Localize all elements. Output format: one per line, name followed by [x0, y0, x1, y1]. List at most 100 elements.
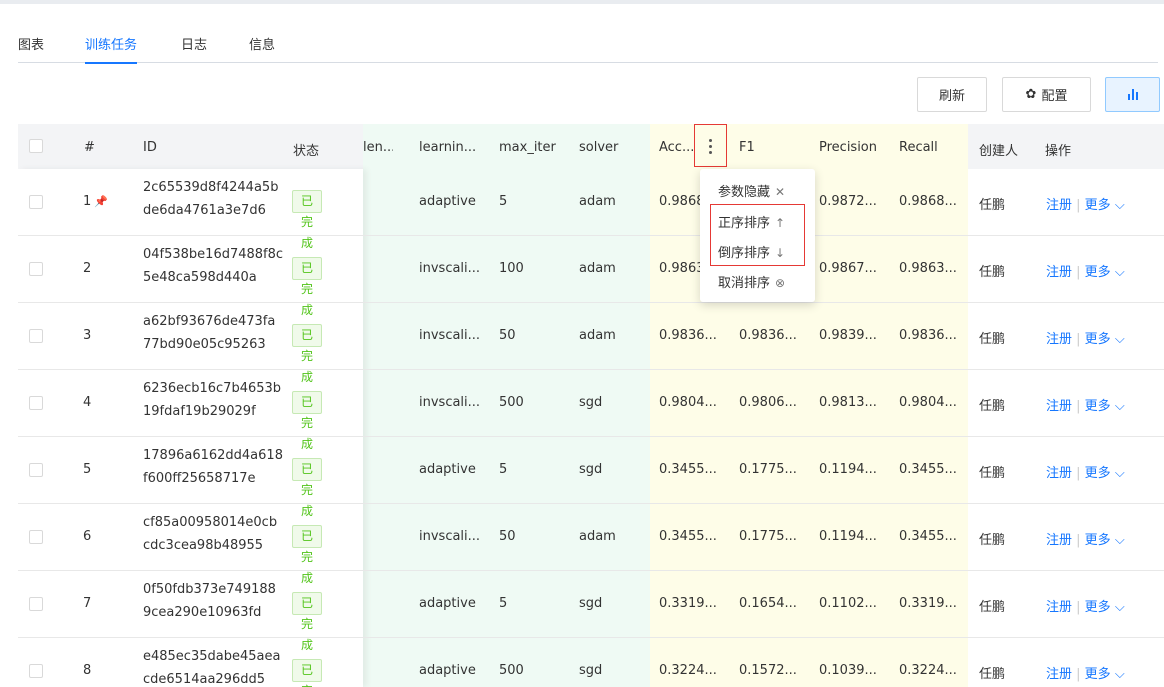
- row-checkbox[interactable]: [29, 195, 43, 209]
- cell-precision: 0.1102...: [819, 596, 877, 611]
- cell-learning-rate: invscali...: [419, 328, 481, 343]
- menu-item-hide-param[interactable]: 参数隐藏 ✕: [718, 181, 785, 200]
- run-id-line1[interactable]: 04f538be16d7488f8c: [143, 247, 283, 262]
- header-index: #: [84, 140, 95, 155]
- register-link[interactable]: 注册: [1046, 533, 1072, 548]
- cell-creator: 任鹏: [979, 600, 1006, 615]
- register-link[interactable]: 注册: [1046, 667, 1072, 682]
- more-dropdown[interactable]: 更多 ⌵: [1085, 265, 1125, 280]
- chevron-down-icon: ⌵: [1114, 600, 1125, 615]
- run-id-line2[interactable]: 9cea290e10963fd: [143, 605, 261, 620]
- more-dropdown[interactable]: 更多 ⌵: [1085, 533, 1125, 548]
- sort-desc-label: 倒序排序: [718, 246, 771, 261]
- row-checkbox[interactable]: [29, 597, 43, 611]
- run-id-line2[interactable]: cdc3cea98b48955: [143, 538, 263, 553]
- menu-item-cancel-sort[interactable]: 取消排序 ⊗: [718, 272, 785, 291]
- header-recall[interactable]: Recall: [899, 140, 938, 155]
- status-badge: 已完成: [292, 592, 323, 652]
- register-link[interactable]: 注册: [1046, 332, 1072, 347]
- row-checkbox[interactable]: [29, 329, 43, 343]
- run-id-line1[interactable]: 0f50fdb373e749188: [143, 582, 276, 597]
- run-id-line1[interactable]: 17896a6162dd4a618: [143, 448, 283, 463]
- row-checkbox[interactable]: [29, 664, 43, 678]
- pin-icon[interactable]: 📌: [94, 195, 108, 208]
- cell-learning-rate: adaptive: [419, 194, 476, 209]
- cell-learning-rate: invscali...: [419, 529, 481, 544]
- more-dropdown[interactable]: 更多 ⌵: [1085, 198, 1125, 213]
- select-all-checkbox[interactable]: [29, 139, 43, 153]
- row-divider: [18, 503, 1164, 504]
- cell-precision: 0.1039...: [819, 663, 877, 678]
- header-precision[interactable]: Precision: [819, 140, 877, 155]
- more-dropdown[interactable]: 更多 ⌵: [1085, 399, 1125, 414]
- menu-item-sort-desc[interactable]: 倒序排序 ↓: [718, 242, 785, 261]
- more-label: 更多: [1084, 466, 1111, 481]
- chart-view-button[interactable]: [1105, 77, 1160, 112]
- header-f1[interactable]: F1: [739, 140, 755, 155]
- header-status[interactable]: 状态: [293, 140, 319, 159]
- register-link[interactable]: 注册: [1046, 265, 1072, 280]
- cell-learning-rate: invscali...: [419, 261, 481, 276]
- run-id-line1[interactable]: cf85a00958014e0cb: [143, 515, 277, 530]
- row-checkbox[interactable]: [29, 463, 43, 477]
- run-id-line2[interactable]: de6da4761a3e7d6: [143, 203, 266, 218]
- table-header: # ID 状态 len... learnin... max_iter solve…: [18, 124, 1164, 169]
- cell-solver: adam: [579, 529, 616, 544]
- more-dropdown[interactable]: 更多 ⌵: [1085, 600, 1125, 615]
- cell-learning-rate: adaptive: [419, 663, 476, 678]
- header-accuracy[interactable]: Acc...: [659, 140, 694, 155]
- header-learning-rate[interactable]: learnin...: [419, 140, 476, 155]
- row-divider: [18, 570, 1164, 571]
- run-id-line1[interactable]: a62bf93676de473fa: [143, 314, 275, 329]
- run-id-line2[interactable]: 19fdaf19b29029f: [143, 404, 256, 419]
- register-link[interactable]: 注册: [1046, 466, 1072, 481]
- tab-info[interactable]: 信息: [249, 34, 275, 53]
- action-separator: |: [1072, 332, 1085, 347]
- run-id-line2[interactable]: f600ff25658717e: [143, 471, 256, 486]
- cell-max-iter: 50: [499, 328, 516, 343]
- header-hidden-layer[interactable]: len...: [363, 140, 393, 155]
- row-checkbox[interactable]: [29, 530, 43, 544]
- row-index-value: 3: [83, 328, 92, 343]
- run-id-line1[interactable]: e485ec35dabe45aea: [143, 649, 280, 664]
- header-max-iter[interactable]: max_iter: [499, 140, 556, 155]
- row-index: 4: [83, 395, 91, 410]
- header-id[interactable]: ID: [143, 140, 157, 155]
- bar-chart-icon: [1127, 89, 1138, 100]
- run-id-line2[interactable]: 5e48ca598d440a: [143, 270, 257, 285]
- cell-recall: 0.9863...: [899, 261, 957, 276]
- cell-recall: 0.3224...: [899, 663, 957, 678]
- register-link[interactable]: 注册: [1046, 198, 1072, 213]
- tab-charts[interactable]: 图表: [18, 34, 44, 53]
- more-dropdown[interactable]: 更多 ⌵: [1085, 332, 1125, 347]
- row-checkbox[interactable]: [29, 262, 43, 276]
- tab-training-tasks[interactable]: 训练任务: [85, 34, 138, 64]
- refresh-button[interactable]: 刷新: [917, 77, 987, 112]
- run-id-line1[interactable]: 2c65539d8f4244a5b: [143, 180, 278, 195]
- status-badge: 已完成: [292, 324, 323, 384]
- header-solver[interactable]: solver: [579, 140, 618, 155]
- cell-max-iter: 500: [499, 395, 524, 410]
- run-id-line2[interactable]: 77bd90e05c95263: [143, 337, 266, 352]
- cell-f1: 0.1654...: [739, 596, 797, 611]
- cell-solver: sgd: [579, 395, 603, 410]
- cell-max-iter: 5: [499, 194, 508, 209]
- more-dropdown[interactable]: 更多 ⌵: [1085, 466, 1125, 481]
- row-index: 7: [83, 596, 91, 611]
- row-checkbox[interactable]: [29, 396, 43, 410]
- cell-creator: 任鹏: [979, 265, 1006, 280]
- row-divider: [18, 369, 1164, 370]
- more-dropdown[interactable]: 更多 ⌵: [1085, 667, 1125, 682]
- training-task-table: # ID 状态 len... learnin... max_iter solve…: [18, 124, 1164, 687]
- run-id-line1[interactable]: 6236ecb16c7b4653b: [143, 381, 281, 396]
- config-button[interactable]: ✿ 配置: [1002, 77, 1091, 112]
- menu-item-sort-asc[interactable]: 正序排序 ↑: [718, 212, 785, 231]
- tab-logs[interactable]: 日志: [181, 34, 207, 53]
- register-link[interactable]: 注册: [1046, 600, 1072, 615]
- column-menu-trigger[interactable]: [694, 124, 727, 167]
- cell-accuracy: 0.3455...: [659, 462, 717, 477]
- refresh-label: 刷新: [938, 89, 965, 104]
- register-link[interactable]: 注册: [1046, 399, 1072, 414]
- run-id-line2[interactable]: cde6514aa296dd5: [143, 672, 265, 687]
- arrow-up-icon: ↑: [775, 216, 786, 230]
